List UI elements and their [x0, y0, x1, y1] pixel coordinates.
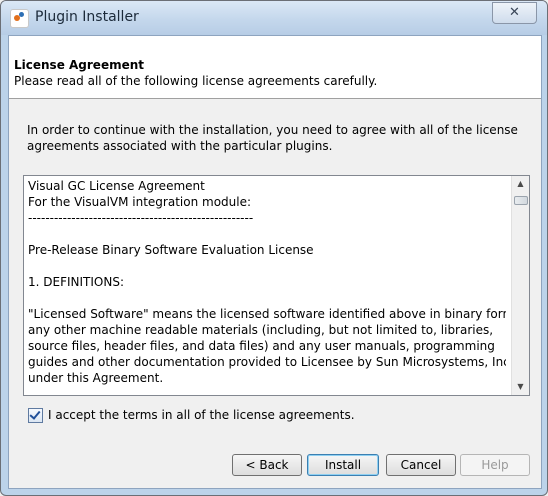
license-line: Visual GC License Agreement	[28, 179, 205, 193]
license-line: under this Agreement.	[28, 371, 164, 385]
install-button[interactable]: Install	[307, 454, 379, 476]
license-line: Pre-Release Binary Software Evaluation L…	[28, 243, 314, 257]
license-text: Visual GC License Agreement For the Visua…	[28, 178, 506, 392]
license-line: guides and other documentation provided …	[28, 355, 506, 369]
back-button[interactable]: < Back	[232, 454, 302, 476]
license-text-area[interactable]: Visual GC License Agreement For the Visua…	[23, 175, 530, 396]
scroll-down-icon[interactable]: ▼	[512, 379, 529, 395]
cancel-button[interactable]: Cancel	[386, 454, 456, 476]
dialog-content: License Agreement Please read all of the…	[8, 35, 542, 489]
license-line	[28, 290, 506, 306]
accept-terms-label[interactable]: I accept the terms in all of the license…	[48, 408, 355, 422]
header-panel: License Agreement Please read all of the…	[9, 36, 541, 99]
license-line: source files, header files, and data fil…	[28, 339, 495, 353]
page-subtitle: Please read all of the following license…	[14, 74, 378, 88]
license-line	[28, 226, 506, 242]
checkbox-checked-icon[interactable]	[28, 408, 43, 423]
vertical-scrollbar[interactable]: ▲ ▼	[511, 176, 529, 395]
license-line: ----------------------------------------…	[28, 211, 254, 225]
license-line	[28, 258, 506, 274]
title-bar[interactable]: Plugin Installer ✕	[1, 1, 547, 35]
license-line: For the VisualVM integration module:	[28, 195, 252, 209]
help-button: Help	[460, 454, 530, 476]
plugin-installer-window: Plugin Installer ✕ License Agreement Ple…	[0, 0, 548, 496]
intro-text: In order to continue with the installati…	[27, 123, 518, 153]
scroll-up-icon[interactable]: ▲	[512, 176, 529, 192]
license-line: "Licensed Software" means the licensed s…	[28, 307, 506, 321]
license-line: any other machine readable materials (in…	[28, 323, 494, 337]
close-button[interactable]: ✕	[492, 2, 537, 24]
page-title: License Agreement	[14, 58, 145, 72]
app-icon	[10, 9, 29, 28]
window-title: Plugin Installer	[35, 9, 139, 25]
license-line: 1. DEFINITIONS:	[28, 275, 124, 289]
scrollbar-thumb[interactable]	[514, 196, 528, 205]
